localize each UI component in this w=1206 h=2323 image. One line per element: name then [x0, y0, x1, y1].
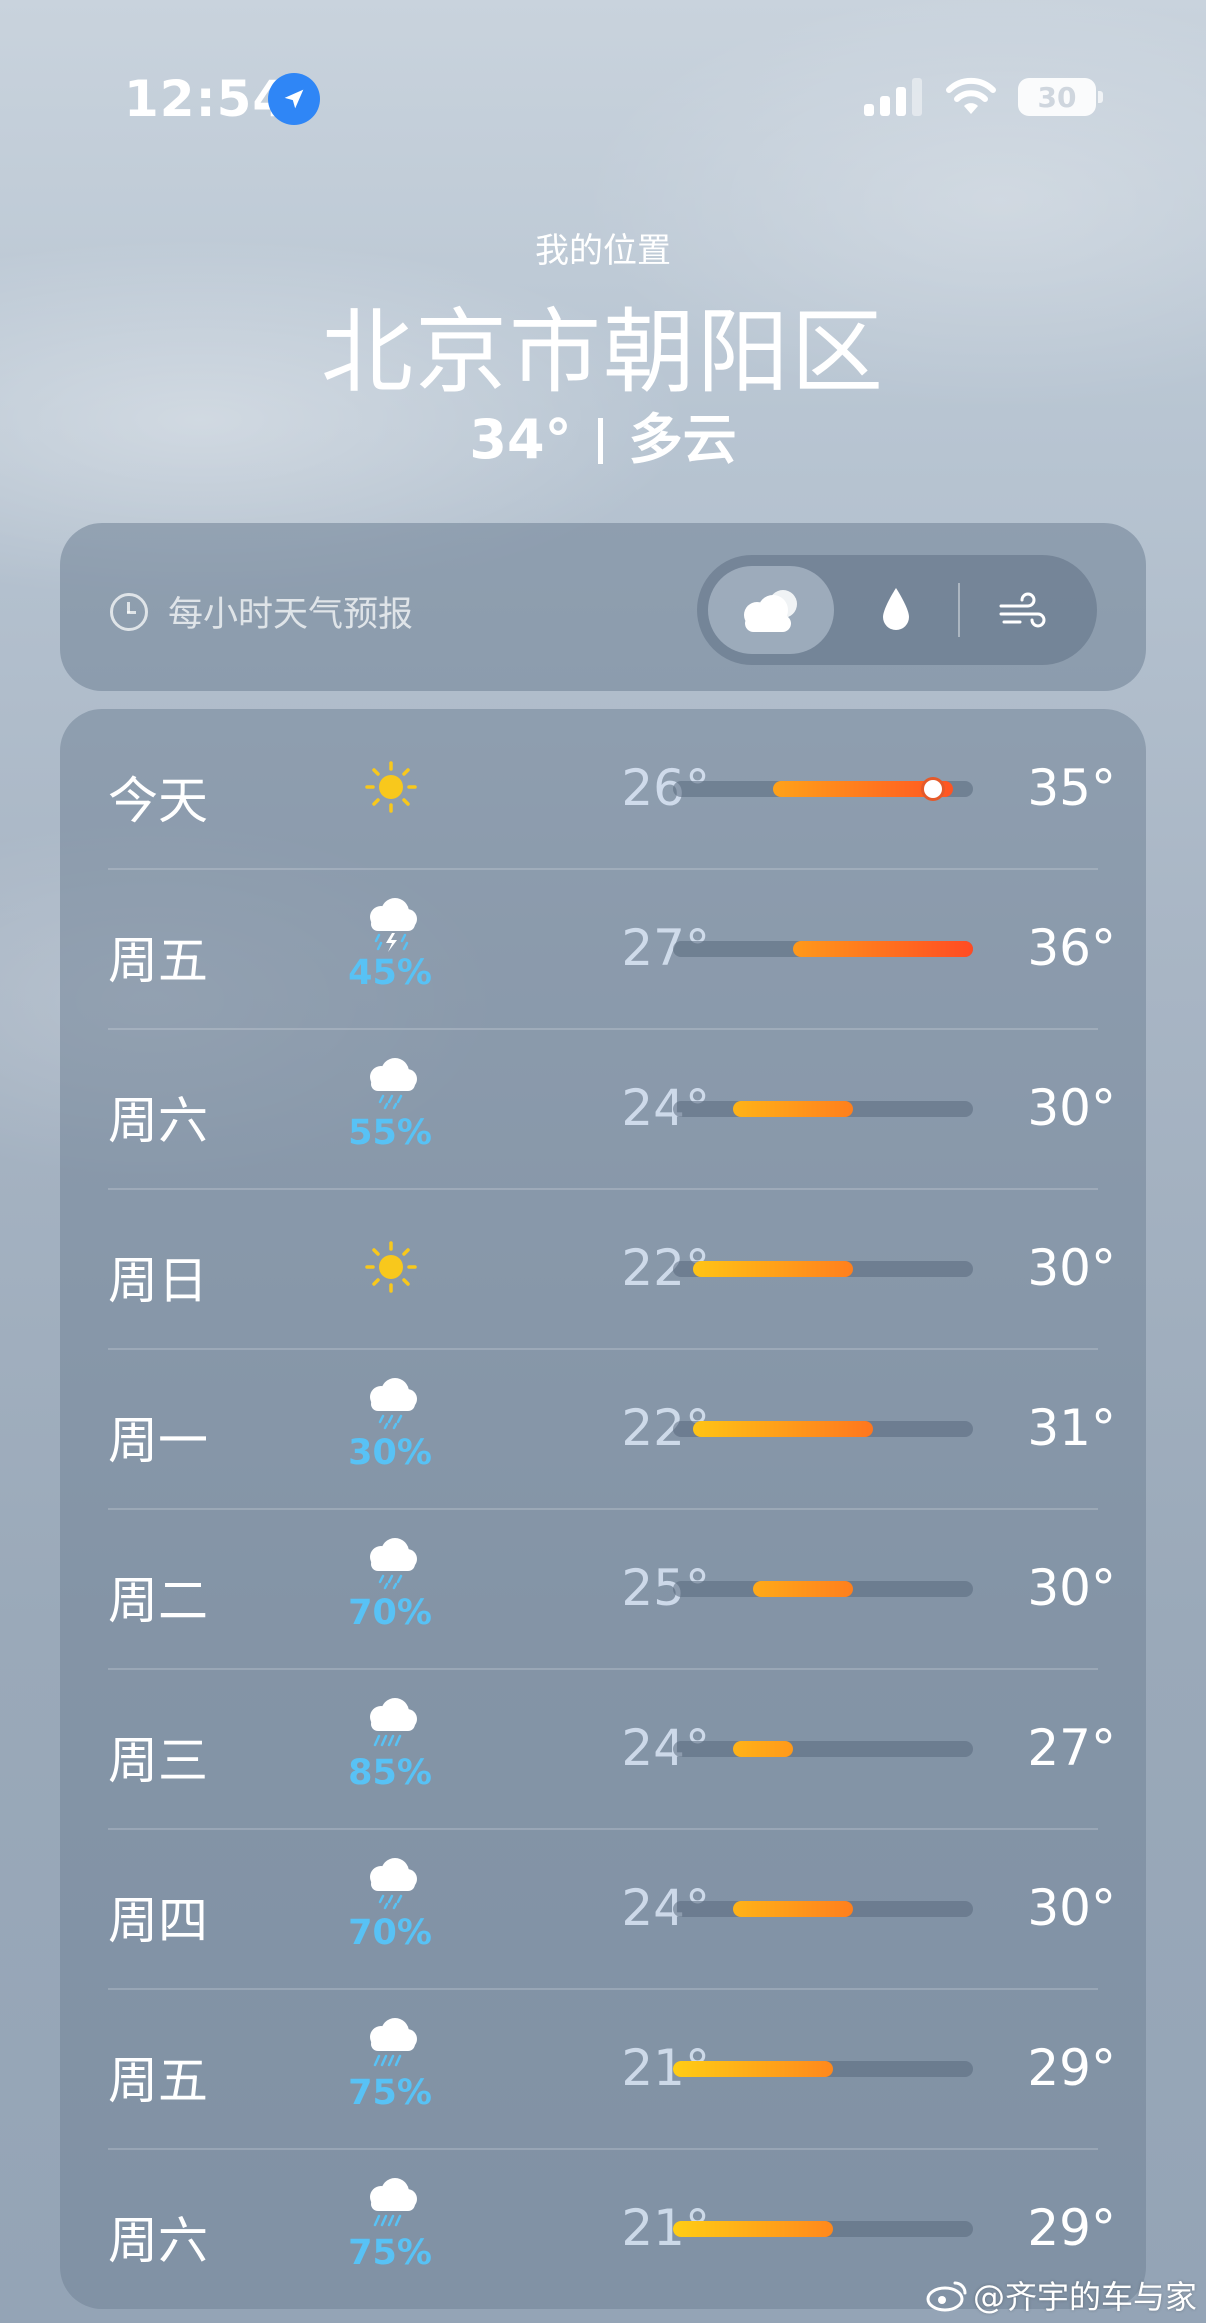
clock-icon [110, 592, 148, 631]
temp-range-fill [733, 1741, 793, 1757]
hourly-forecast-header: 每小时天气预报 [110, 586, 413, 637]
day-label: 周一 [108, 1412, 208, 1470]
battery-icon: 30 [1018, 78, 1096, 116]
temp-range-fill [733, 1101, 853, 1117]
city-name: 北京市朝阳区 [320, 299, 885, 406]
high-temp: 30° [1027, 1079, 1116, 1137]
watermark-text: @齐宇的车与家 [973, 2278, 1198, 2316]
precipitation-chance: 30% [348, 1433, 432, 1473]
location-arrow-icon [268, 73, 320, 125]
day-label: 周五 [108, 2052, 208, 2110]
watermark: @齐宇的车与家 [925, 2272, 1197, 2318]
day-label: 周六 [108, 1092, 208, 1150]
precipitation-chance: 70% [348, 1913, 432, 1953]
ten-day-forecast-card[interactable]: 今天 26° 35° 周五 45% 27° 36° 周六 55% 24° 30° 周日 22° 30° 周一… [60, 709, 1146, 2309]
current-temp-marker [924, 780, 942, 798]
daily-row[interactable]: 今天 26° 35° [60, 709, 1146, 870]
sun-icon [351, 1237, 431, 1297]
raindrop-icon[interactable] [879, 586, 913, 632]
battery-tip [1098, 91, 1103, 103]
temp-range-fill [693, 1421, 873, 1437]
temp-range-fill [733, 1901, 853, 1917]
cellular-signal-icon [864, 78, 922, 116]
day-label: 周三 [108, 1732, 208, 1790]
weibo-icon [926, 2281, 967, 2312]
precipitation-chance: 70% [348, 1593, 432, 1633]
hourly-forecast-title: 每小时天气预报 [168, 595, 414, 635]
wifi-icon [946, 77, 996, 114]
high-temp: 27° [1027, 1719, 1116, 1777]
precipitation-chance: 75% [348, 2233, 432, 2273]
temp-range-bar [673, 1261, 973, 1277]
day-label: 周二 [108, 1572, 208, 1630]
my-location-label: 我的位置 [535, 231, 671, 271]
daily-row[interactable]: 周五 75% 21° 29° [60, 1989, 1146, 2150]
wind-icon[interactable] [998, 592, 1046, 632]
day-label: 周四 [108, 1892, 208, 1950]
high-temp: 29° [1027, 2199, 1116, 2257]
high-temp: 30° [1027, 1239, 1116, 1297]
temp-range-fill [673, 2061, 833, 2077]
day-label: 周六 [108, 2212, 208, 2270]
high-temp: 31° [1027, 1399, 1116, 1457]
temp-range-fill [673, 2221, 833, 2237]
current-condition: 多云 [628, 408, 737, 471]
segment-divider [958, 583, 960, 637]
current-weather: 34° 多云 [0, 395, 1206, 474]
daily-row[interactable]: 周三 85% 24° 27° [60, 1669, 1146, 1830]
precipitation-chance: 85% [348, 1753, 432, 1793]
sun-icon [351, 757, 431, 817]
temp-range-bar [673, 1901, 973, 1917]
day-label: 今天 [108, 772, 208, 830]
cloud-icon [744, 590, 797, 632]
daily-row[interactable]: 周五 45% 27° 36° [60, 869, 1146, 1030]
temp-range-fill [693, 1261, 853, 1277]
daily-row[interactable]: 周一 30% 22° 31° [60, 1349, 1146, 1510]
status-time: 12:54 [124, 70, 289, 128]
daily-row[interactable]: 周四 70% 24° 30° [60, 1829, 1146, 1990]
temp-range-bar [673, 1741, 973, 1757]
temp-range-bar [673, 2221, 973, 2237]
temp-range-bar [673, 1581, 973, 1597]
separator [597, 418, 603, 464]
precipitation-chance: 45% [348, 953, 432, 993]
status-bar: 12:54 30 [0, 0, 1206, 200]
current-temp: 34° [469, 408, 572, 471]
daily-row[interactable]: 周二 70% 25° 30° [60, 1509, 1146, 1670]
day-label: 周日 [108, 1252, 208, 1310]
high-temp: 35° [1027, 759, 1116, 817]
precipitation-chance: 75% [348, 2073, 432, 2113]
high-temp: 30° [1027, 1879, 1116, 1937]
precipitation-chance: 55% [348, 1113, 432, 1153]
battery-level: 30 [1037, 80, 1077, 114]
daily-row[interactable]: 周六 55% 24° 30° [60, 1029, 1146, 1190]
temp-range-bar [673, 1101, 973, 1117]
high-temp: 36° [1027, 919, 1116, 977]
daily-row[interactable]: 周日 22° 30° [60, 1189, 1146, 1350]
temp-range-fill [793, 941, 973, 957]
temp-range-bar [673, 2061, 973, 2077]
day-label: 周五 [108, 932, 208, 990]
temp-range-bar [673, 780, 973, 798]
high-temp: 30° [1027, 1559, 1116, 1617]
temp-range-bar [673, 1421, 973, 1437]
high-temp: 29° [1027, 2039, 1116, 2097]
temp-range-fill [753, 1581, 853, 1597]
temp-range-bar [673, 941, 973, 957]
